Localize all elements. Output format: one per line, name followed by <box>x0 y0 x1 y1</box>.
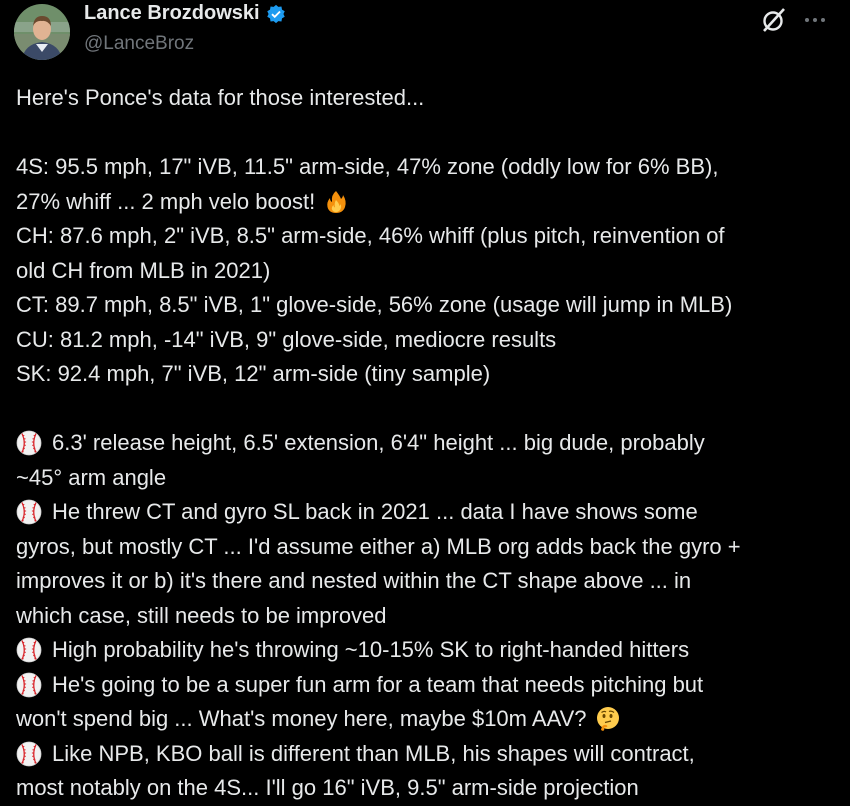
pitch-line-cu: CU: 81.2 mph, -14" iVB, 9" glove-side, m… <box>16 326 557 352</box>
baseball-emoji <box>16 430 42 456</box>
fire-emoji <box>323 189 349 215</box>
pitch-line-sk: SK: 92.4 mph, 7" iVB, 12" arm-side (tiny… <box>16 361 491 386</box>
note-sk-usage: High probability he's throwing ~10-15% S… <box>16 633 836 668</box>
verified-badge-icon <box>266 4 286 24</box>
tweet-text: Here's Ponce's data for those interested… <box>16 81 836 806</box>
author-display-name[interactable]: Lance Brozdowski <box>84 2 286 25</box>
note-gyro-cont-3: which case, still needs to be improved <box>16 602 387 628</box>
pitch-line-ch-cont: old CH from MLB in 2021) <box>16 257 271 283</box>
baseball-emoji <box>16 741 42 767</box>
thinking-face-emoji <box>595 706 621 732</box>
baseball-emoji <box>16 499 42 525</box>
note-npb-kbo-cont: most notably on the 4S... I'll go 16" iV… <box>16 775 639 800</box>
grok-icon[interactable] <box>760 6 788 34</box>
note-release-height: 6.3' release height, 6.5' extension, 6'4… <box>16 426 836 461</box>
pitch-line-4s: 4S: 95.5 mph, 17" iVB, 11.5" arm-side, 4… <box>16 154 719 179</box>
note-gyro-cont-1: gyros, but mostly CT ... I'd assume eith… <box>16 533 741 559</box>
avatar-image <box>14 4 70 60</box>
note-fun-arm-cont: won't spend big ... What's money here, m… <box>16 702 836 737</box>
pitch-line-ch: CH: 87.6 mph, 2" iVB, 8.5" arm-side, 46%… <box>16 223 725 248</box>
baseball-emoji <box>16 637 42 663</box>
note-gyro-cont-2: improves it or b) it's there and nested … <box>16 568 692 593</box>
pitch-line-ct: CT: 89.7 mph, 8.5" iVB, 1" glove-side, 5… <box>16 292 733 317</box>
avatar[interactable] <box>14 4 70 60</box>
author-handle[interactable]: @LanceBroz <box>84 33 194 55</box>
pitch-line-4s-cont: 27% whiff ... 2 mph velo boost! <box>16 185 836 220</box>
author-name-text: Lance Brozdowski <box>84 2 260 24</box>
more-options-icon[interactable] <box>802 6 828 34</box>
tweet-header: Lance Brozdowski @LanceBroz <box>0 0 850 72</box>
note-fun-arm: He's going to be a super fun arm for a t… <box>16 668 836 703</box>
baseball-emoji <box>16 672 42 698</box>
tweet-intro: Here's Ponce's data for those interested… <box>16 85 425 110</box>
note-gyro: He threw CT and gyro SL back in 2021 ...… <box>16 495 836 530</box>
note-release-height-cont: ~45° arm angle <box>16 464 167 490</box>
note-npb-kbo: Like NPB, KBO ball is different than MLB… <box>16 737 836 772</box>
